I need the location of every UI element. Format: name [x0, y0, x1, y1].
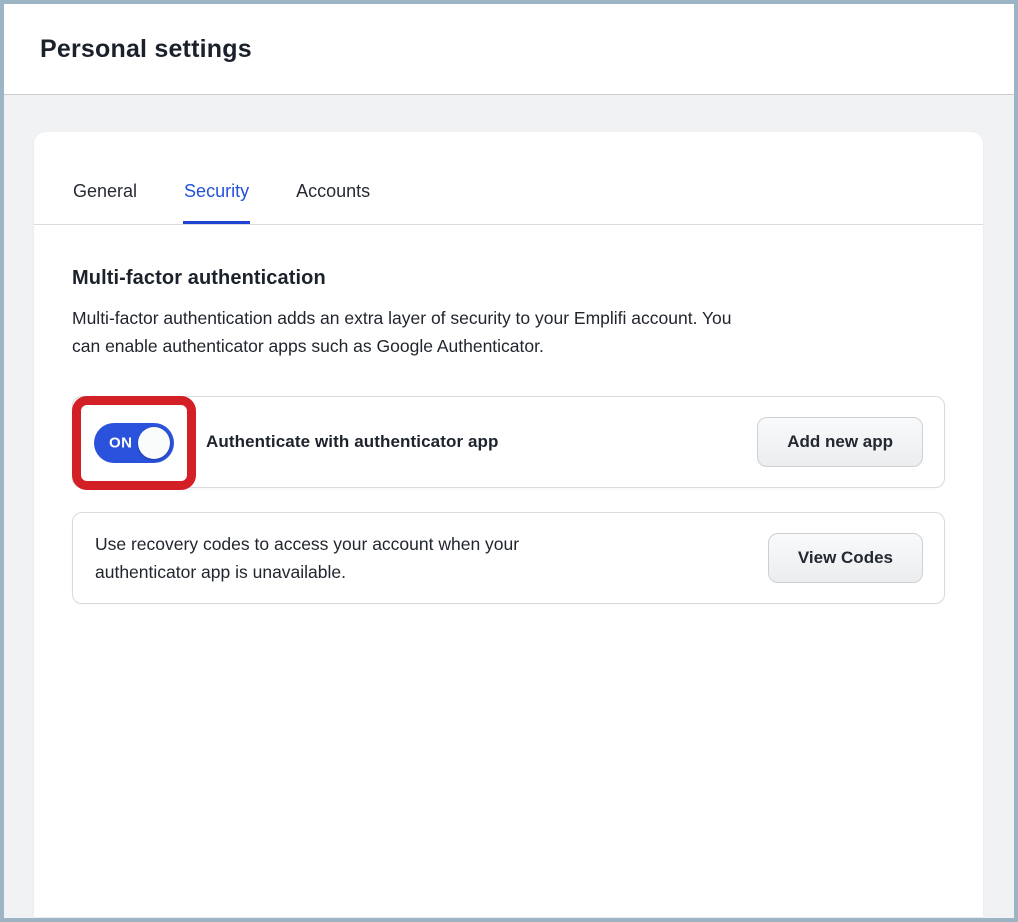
- tab-security[interactable]: Security: [183, 132, 250, 224]
- authenticator-toggle[interactable]: ON: [94, 423, 174, 463]
- mfa-section-heading: Multi-factor authentication: [72, 265, 945, 291]
- tab-accounts[interactable]: Accounts: [295, 132, 371, 224]
- recovery-text-line: authenticator app is unavailable.: [95, 562, 346, 582]
- recovery-codes-row: Use recovery codes to access your accoun…: [72, 512, 945, 604]
- description-line: Multi-factor authentication adds an extr…: [72, 308, 732, 328]
- page-title: Personal settings: [40, 35, 252, 64]
- authenticator-row-label: Authenticate with authenticator app: [206, 432, 499, 452]
- tab-bar: General Security Accounts: [34, 132, 983, 225]
- settings-card: General Security Accounts Multi-factor a…: [34, 132, 983, 917]
- mfa-section: Multi-factor authentication Multi-factor…: [34, 265, 983, 604]
- page-body: General Security Accounts Multi-factor a…: [4, 132, 1014, 917]
- description-line: can enable authenticator apps such as Go…: [72, 336, 544, 356]
- authenticator-row: ON Authenticate with authenticator app A…: [72, 396, 945, 488]
- toggle-on-label: ON: [109, 435, 132, 452]
- view-codes-button[interactable]: View Codes: [768, 533, 923, 583]
- annotation-highlight-box: ON: [72, 396, 196, 490]
- recovery-text-line: Use recovery codes to access your accoun…: [95, 534, 519, 554]
- mfa-section-description: Multi-factor authentication adds an extr…: [72, 304, 945, 360]
- tab-general[interactable]: General: [72, 132, 138, 224]
- add-new-app-button[interactable]: Add new app: [757, 417, 923, 467]
- app-window: Personal settings General Security Accou…: [0, 0, 1018, 922]
- recovery-codes-text: Use recovery codes to access your accoun…: [95, 530, 519, 586]
- page-header: Personal settings: [4, 4, 1014, 95]
- toggle-knob-icon: [138, 427, 170, 459]
